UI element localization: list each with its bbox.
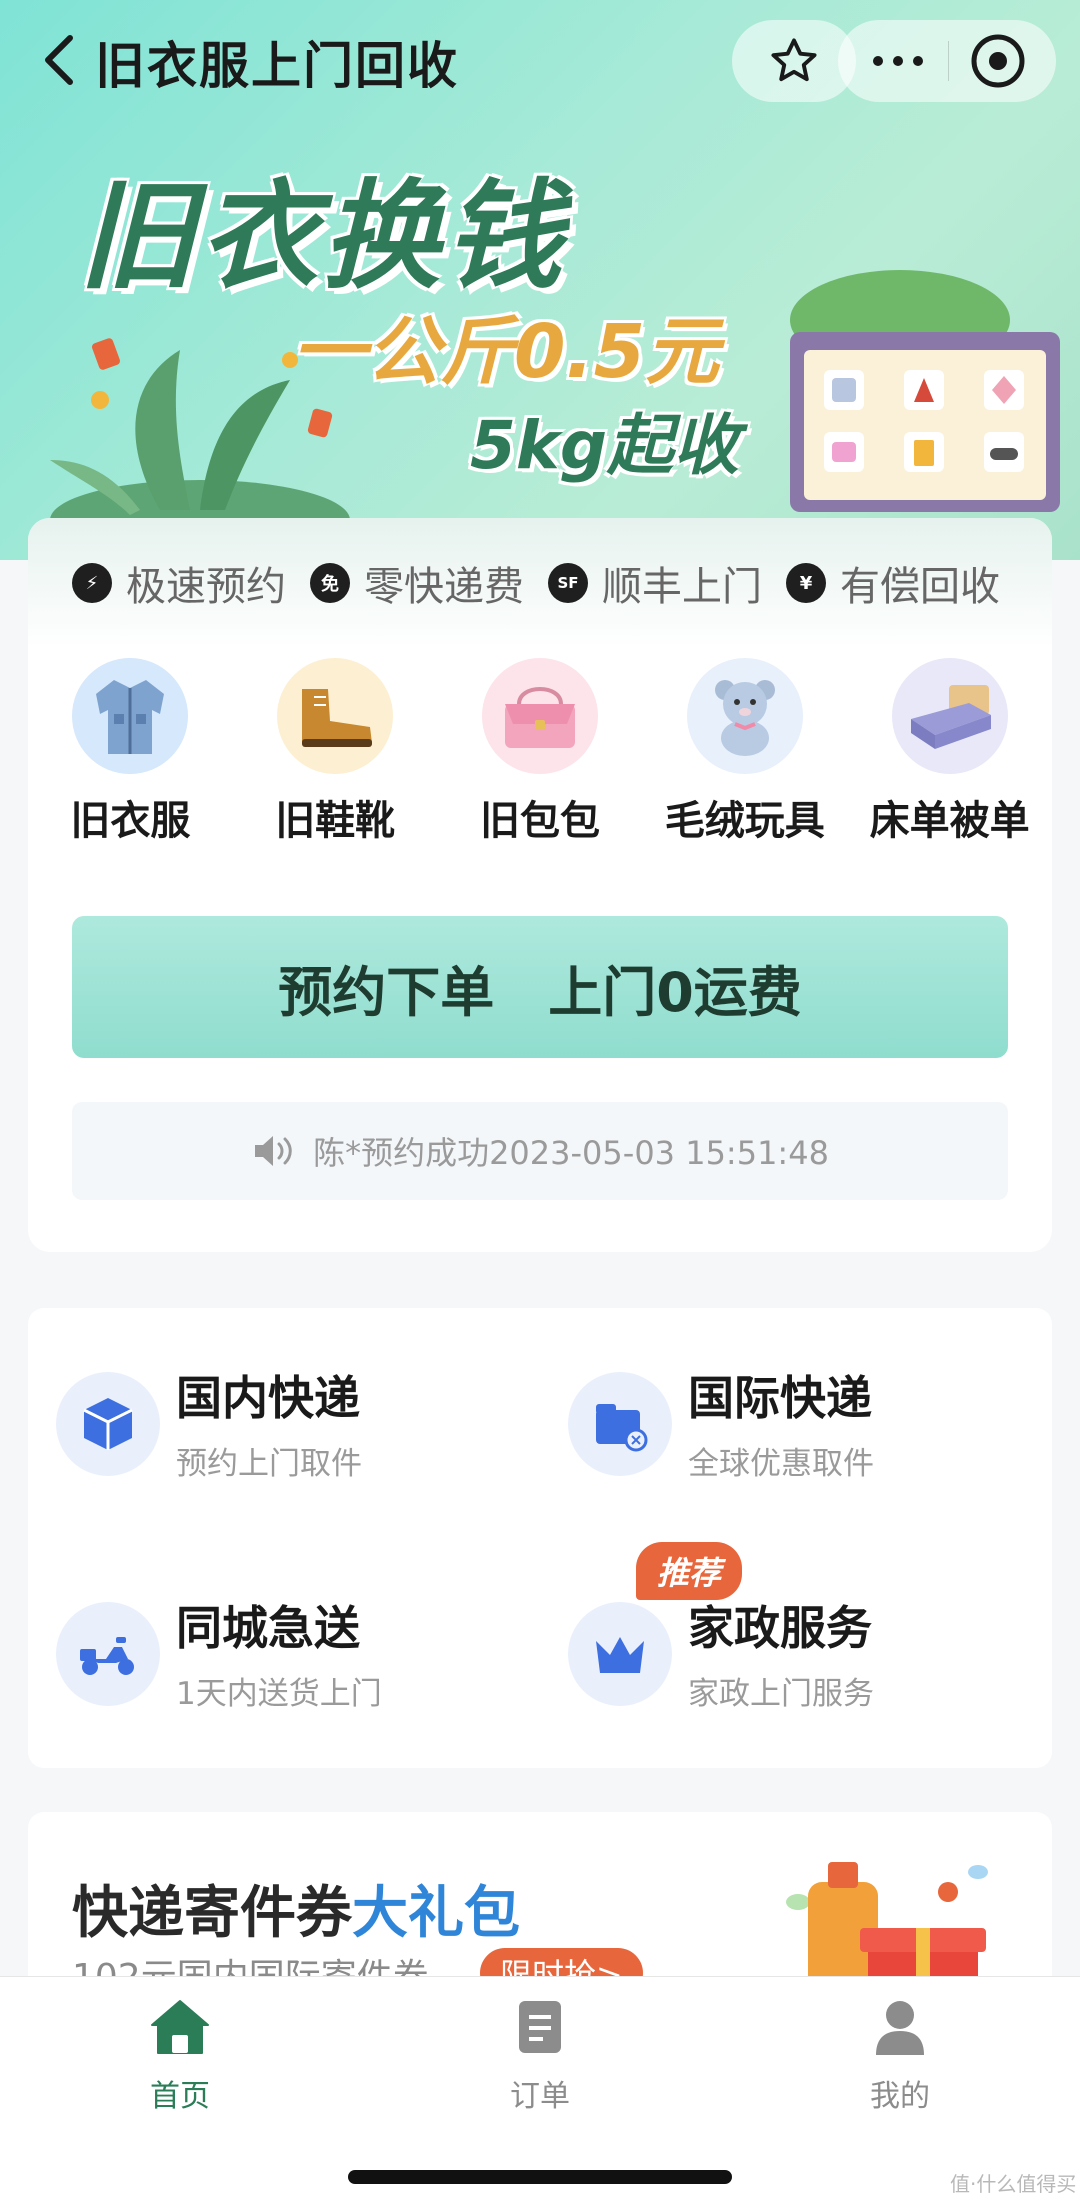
feature-label: 零快递费 — [364, 564, 524, 610]
services-card: 国内快递 预约上门取件 国际快递 全球优惠取件 同城急送 1天内送货上门 家政服… — [28, 1308, 1052, 1768]
feature-label: 极速预约 — [126, 564, 286, 610]
document-icon — [519, 2001, 561, 2053]
category-shoes[interactable]: 旧鞋靴 — [233, 658, 438, 858]
home-indicator — [348, 2170, 732, 2184]
miniprogram-capsule — [838, 20, 1056, 102]
coupon-title-prefix: 快递寄件券 — [72, 1881, 352, 1946]
tab-label: 我的 — [870, 2079, 930, 2114]
order-button[interactable]: 预约下单 上门0运费 — [72, 916, 1008, 1058]
order-notice: 陈*预约成功2023-05-03 15:51:48 — [72, 1102, 1008, 1200]
feature-strip: ⚡ 极速预约 免 零快递费 SF 顺丰上门 ¥ 有偿回收 — [28, 518, 1052, 648]
free-icon: 免 — [310, 563, 350, 603]
service-housekeeping[interactable]: 家政服务 家政上门服务 — [540, 1538, 1020, 1712]
scooter-icon — [56, 1602, 160, 1706]
tab-orders[interactable]: 订单 — [440, 1997, 640, 2115]
coupon-title-highlight: 大礼包 — [352, 1881, 520, 1946]
feature-label: 顺丰上门 — [602, 564, 762, 610]
service-title: 国内快递 — [176, 1371, 360, 1425]
teddy-bear-icon — [686, 658, 803, 774]
coupon-title: 快递寄件券大礼包 — [72, 1868, 520, 1949]
order-button-label: 预约下单 上门0运费 — [278, 960, 802, 1024]
crown-icon — [568, 1602, 672, 1706]
recommend-badge: 推荐 — [636, 1542, 742, 1600]
feature-item: 免 零快递费 — [310, 554, 524, 612]
notice-text: 陈*预约成功2023-05-03 15:51:48 — [313, 1134, 829, 1172]
category-label: 床单被单 — [869, 798, 1030, 844]
service-subtitle: 预约上门取件 — [176, 1446, 362, 1482]
service-subtitle: 1天内送货上门 — [176, 1676, 382, 1712]
lightning-icon: ⚡ — [72, 563, 112, 603]
watermark: 值·什么值得买 — [950, 2172, 1077, 2196]
international-box-icon — [568, 1372, 672, 1476]
tab-label: 订单 — [510, 2079, 570, 2114]
service-same-city[interactable]: 同城急送 1天内送货上门 — [28, 1538, 508, 1712]
speaker-icon — [255, 1136, 292, 1166]
page-title: 旧衣服上门回收 — [95, 37, 459, 95]
capsule-divider — [948, 41, 950, 81]
category-label: 旧衣服 — [70, 798, 191, 844]
category-plush[interactable]: 毛绒玩具 — [642, 658, 847, 858]
box-icon — [56, 1372, 160, 1476]
tab-label: 首页 — [150, 2079, 210, 2114]
category-clothes[interactable]: 旧衣服 — [28, 658, 233, 858]
star-icon — [771, 38, 817, 82]
handbag-icon — [481, 658, 598, 774]
service-domestic-express[interactable]: 国内快递 预约上门取件 — [28, 1308, 508, 1482]
plant-illustration — [50, 338, 350, 520]
recycle-card: ⚡ 极速预约 免 零快递费 SF 顺丰上门 ¥ 有偿回收 旧衣服 旧鞋靴 旧包包… — [28, 518, 1052, 1252]
category-label: 旧鞋靴 — [275, 798, 396, 844]
home-icon — [151, 2000, 209, 2054]
tab-home[interactable]: 首页 — [80, 1997, 280, 2115]
service-title: 家政服务 — [688, 1601, 872, 1655]
jacket-icon — [72, 658, 189, 774]
service-subtitle: 全球优惠取件 — [688, 1446, 874, 1482]
service-international-express[interactable]: 国际快递 全球优惠取件 — [540, 1308, 1020, 1482]
category-label: 毛绒玩具 — [664, 798, 825, 844]
feature-label: 有偿回收 — [840, 564, 1000, 610]
recycle-shop-illustration — [790, 270, 1060, 512]
tab-profile[interactable]: 我的 — [800, 1997, 1000, 2115]
hero-headline: 旧衣换钱 — [78, 167, 567, 305]
boots-icon — [277, 658, 394, 774]
chevron-left-icon[interactable] — [40, 28, 80, 92]
feature-item: SF 顺丰上门 — [548, 554, 762, 612]
category-label: 旧包包 — [479, 798, 600, 844]
hero-minimum: 5kg起收 — [470, 407, 740, 484]
target-icon[interactable] — [970, 33, 1026, 89]
service-title: 同城急送 — [176, 1601, 360, 1655]
more-dots-icon[interactable] — [868, 51, 928, 71]
bed-icon — [891, 658, 1008, 774]
service-subtitle: 家政上门服务 — [688, 1676, 874, 1712]
yen-icon: ¥ — [786, 563, 826, 603]
user-icon — [876, 2001, 924, 2055]
service-title: 国际快递 — [688, 1371, 872, 1425]
category-bags[interactable]: 旧包包 — [438, 658, 643, 858]
category-bedding[interactable]: 床单被单 — [847, 658, 1052, 858]
feature-item: ¥ 有偿回收 — [786, 554, 1000, 612]
feature-item: ⚡ 极速预约 — [72, 554, 286, 612]
hero-banner: 旧衣服上门回收 旧衣换钱 一公斤0.5元 5kg起收 — [0, 0, 1080, 560]
category-row: 旧衣服 旧鞋靴 旧包包 毛绒玩具 床单被单 — [28, 658, 1052, 858]
sf-icon: SF — [548, 563, 588, 603]
